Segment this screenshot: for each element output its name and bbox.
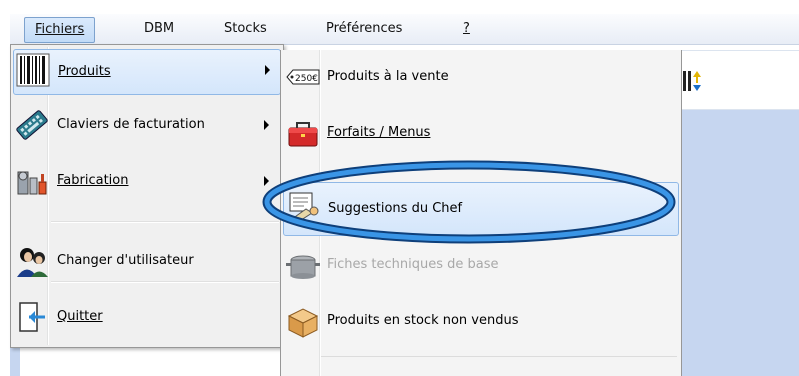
submenu-item-fiches-techniques: Fiches techniques de base <box>283 242 677 288</box>
menu-item-produits[interactable]: Produits <box>13 49 281 95</box>
factory-icon <box>17 171 47 195</box>
menu-bar: Fichiers DBM Stocks Préférences ? <box>10 14 799 45</box>
menu-fichiers[interactable]: Fichiers <box>24 17 96 43</box>
submenu-item-stock-label: Produits en stock non vendus <box>327 313 519 328</box>
barcode-icon <box>16 53 50 87</box>
menu-fichiers-label: Fichiers <box>35 22 85 37</box>
menu-item-changer-utilisateur[interactable]: Changer d'utilisateur <box>13 241 279 281</box>
menu-preferences[interactable]: Préférences <box>316 14 412 44</box>
menu-item-changer-label: Changer d'utilisateur <box>57 253 194 268</box>
menu-dbm-label: DBM <box>144 21 175 36</box>
box-icon <box>287 308 319 338</box>
menu-stocks[interactable]: Stocks <box>214 14 277 44</box>
submenu-item-forfaits-label: Forfaits / Menus <box>327 125 431 140</box>
menu-item-quitter[interactable]: Quitter <box>13 297 279 337</box>
menu-item-produits-label: Produits <box>58 64 111 79</box>
submenu-item-fiches-label: Fiches techniques de base <box>327 257 499 272</box>
menu-item-fabrication-label: Fabrication <box>57 173 129 188</box>
cooking-pot-icon <box>286 255 320 279</box>
workspace-area <box>680 110 799 376</box>
price-tag-icon: 250€ <box>286 69 320 85</box>
submenu-item-forfaits-menus[interactable]: Forfaits / Menus <box>283 110 677 156</box>
menu-stocks-label: Stocks <box>224 21 267 36</box>
menu-preferences-label: Préférences <box>326 21 403 36</box>
sort-arrows-icon[interactable] <box>681 69 703 93</box>
annotation-highlight-ellipse <box>262 160 676 244</box>
toolbar <box>680 50 799 110</box>
submenu-separator <box>321 356 677 357</box>
keyboard-icon <box>16 110 48 140</box>
menu-separator <box>51 221 279 223</box>
submenu-item-produits-a-la-vente-label: Produits à la vente <box>327 69 449 84</box>
submenu-item-produits-a-la-vente[interactable]: 250€ Produits à la vente <box>283 54 677 100</box>
submenu-arrow-icon <box>264 120 269 130</box>
price-tag-text: 250€ <box>295 74 318 84</box>
toolbox-icon <box>288 122 318 147</box>
exit-door-icon <box>19 302 45 332</box>
menu-separator <box>51 281 279 283</box>
menu-help-label: ? <box>463 21 470 36</box>
submenu-arrow-icon <box>265 65 270 75</box>
users-icon <box>17 248 48 277</box>
menu-item-quitter-label: Quitter <box>57 309 103 324</box>
menu-item-claviers-label: Claviers de facturation <box>57 117 205 132</box>
fichiers-dropdown-menu: Produits Claviers de facturation Fabrica… <box>10 44 284 348</box>
submenu-item-produits-en-stock-non-vendus[interactable]: Produits en stock non vendus <box>283 298 677 344</box>
menu-help[interactable]: ? <box>453 14 480 44</box>
menu-item-claviers-de-facturation[interactable]: Claviers de facturation <box>13 105 279 145</box>
menu-item-fabrication[interactable]: Fabrication <box>13 161 279 201</box>
menu-dbm[interactable]: DBM <box>134 14 184 44</box>
workspace-area-left <box>10 346 20 376</box>
